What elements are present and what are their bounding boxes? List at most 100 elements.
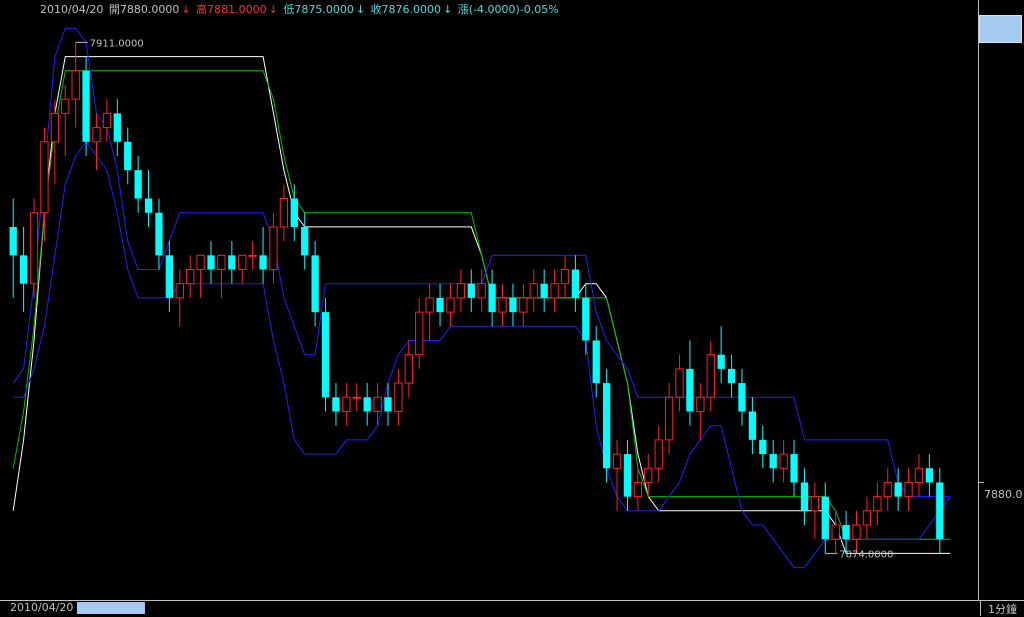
candle-body xyxy=(248,254,257,257)
horizontal-scroll-thumb[interactable] xyxy=(77,602,145,614)
candle xyxy=(696,383,705,440)
candle xyxy=(124,127,132,185)
candle-body xyxy=(102,112,112,129)
candle-body xyxy=(842,525,850,540)
candle-body xyxy=(279,198,289,228)
candle xyxy=(196,254,205,298)
candle-body xyxy=(217,254,226,271)
candle xyxy=(769,439,777,483)
candle xyxy=(852,510,861,554)
candle xyxy=(113,99,121,156)
candle-body xyxy=(904,481,913,498)
candle-body xyxy=(456,283,466,299)
candle-body xyxy=(654,439,663,469)
candle-body xyxy=(592,340,600,384)
candle xyxy=(404,340,413,398)
candle xyxy=(936,468,944,554)
candle xyxy=(352,383,361,412)
candle-body xyxy=(664,396,674,441)
candle xyxy=(509,283,517,327)
candle-body xyxy=(862,510,872,526)
candle xyxy=(40,127,49,242)
candle xyxy=(727,354,736,398)
max-price-annotation: 7911.0000 xyxy=(90,38,144,49)
candle-body xyxy=(155,212,163,256)
candle-body xyxy=(269,226,278,271)
line-blue_upper xyxy=(12,27,951,498)
period-selector[interactable]: 1分鐘 xyxy=(980,601,1024,616)
candle-body xyxy=(560,269,570,285)
candle xyxy=(873,482,882,526)
candle xyxy=(602,368,611,483)
candle xyxy=(759,425,767,469)
candle-body xyxy=(134,170,142,199)
candle xyxy=(342,383,351,426)
candle xyxy=(706,340,715,412)
candle xyxy=(560,255,570,298)
candlestick-chart: 12:2512:3012:3512:4012:4512:5012:5513:00… xyxy=(9,27,984,616)
candle-body xyxy=(509,297,517,313)
candle xyxy=(894,468,902,511)
candle-body xyxy=(883,481,892,498)
candle-body xyxy=(144,198,153,213)
candle-body xyxy=(914,467,924,483)
candle-body xyxy=(821,496,829,540)
down-arrow-icon: ↓ xyxy=(355,3,366,16)
candle xyxy=(29,198,39,298)
candle-body xyxy=(540,283,548,298)
candle xyxy=(155,198,163,270)
candle-body xyxy=(425,297,434,313)
candle-body xyxy=(717,354,725,369)
candle xyxy=(738,368,746,426)
candle-body xyxy=(186,269,195,285)
candle-body xyxy=(550,283,559,299)
vertical-scroll-thumb[interactable] xyxy=(979,15,1022,43)
candle xyxy=(862,496,872,540)
candle xyxy=(332,383,340,426)
candle xyxy=(664,383,674,455)
candle-body xyxy=(727,368,736,384)
candle-body xyxy=(852,524,861,540)
candle xyxy=(790,439,798,497)
candle xyxy=(582,283,590,355)
candle-body xyxy=(29,212,39,285)
header-close: 收7876.0000 xyxy=(370,3,442,16)
candle xyxy=(102,99,112,142)
candle-body xyxy=(633,481,643,498)
candle-body xyxy=(394,382,403,412)
min-price-annotation: 7874.0000 xyxy=(839,549,893,560)
candle xyxy=(571,255,580,313)
candle-body xyxy=(675,368,684,398)
header-high: 高7881.0000 xyxy=(196,3,267,16)
candle xyxy=(467,269,475,313)
candle-body xyxy=(790,454,798,483)
candle xyxy=(186,255,195,298)
candle xyxy=(9,198,17,298)
candle xyxy=(217,254,226,298)
down-arrow-icon: ↓ xyxy=(268,3,278,16)
candle xyxy=(654,425,663,483)
candle-body xyxy=(706,354,715,398)
candle-body xyxy=(623,454,632,497)
candle-body xyxy=(800,482,809,511)
candle-body xyxy=(759,439,767,455)
candle-body xyxy=(467,283,475,298)
candle xyxy=(279,184,289,242)
candle xyxy=(228,241,236,284)
candle-body xyxy=(311,255,319,313)
candle-body xyxy=(602,383,611,469)
candle-body xyxy=(748,411,757,440)
candle-body xyxy=(238,254,247,271)
candle xyxy=(363,383,371,426)
candle-body xyxy=(352,396,361,399)
candle xyxy=(686,340,694,426)
candle-body xyxy=(113,113,121,142)
bottom-date: 2010/04/20 xyxy=(10,601,74,614)
candle xyxy=(883,468,892,511)
candle-body xyxy=(519,297,528,313)
candle xyxy=(311,241,319,327)
candle xyxy=(175,269,184,327)
candle-body xyxy=(925,468,934,483)
candle-body xyxy=(571,269,580,298)
candle-body xyxy=(19,255,28,284)
